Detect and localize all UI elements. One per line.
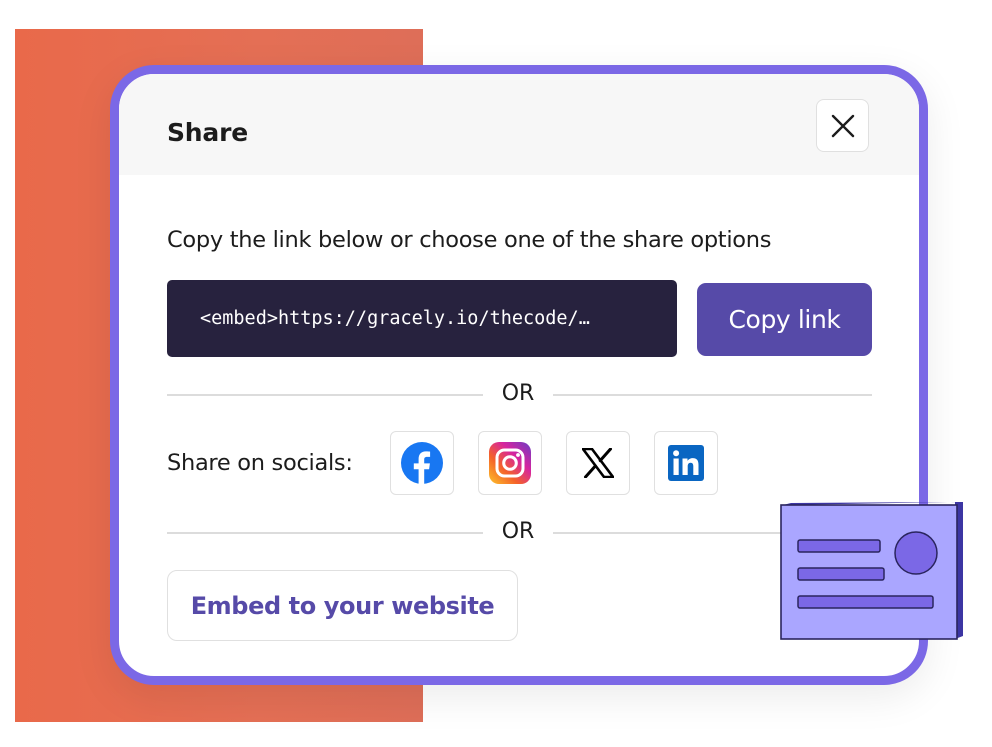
x-icon (582, 448, 614, 478)
facebook-icon (401, 442, 443, 484)
share-instruction: Copy the link below or choose one of the… (167, 227, 772, 253)
embed-link-text: <embed>https://gracely.io/thecode/… (200, 308, 590, 329)
or-divider: OR (167, 379, 872, 409)
divider-line (167, 532, 483, 534)
instagram-icon (489, 442, 531, 484)
copy-link-button[interactable]: Copy link (697, 283, 872, 356)
linkedin-icon (668, 445, 704, 481)
embed-link-field[interactable]: <embed>https://gracely.io/thecode/… (167, 280, 677, 357)
embed-website-button[interactable]: Embed to your website (167, 570, 518, 641)
close-icon (831, 114, 854, 137)
share-facebook-button[interactable] (390, 431, 454, 495)
close-button[interactable] (816, 99, 869, 152)
or-label: OR (501, 519, 535, 544)
dialog-title: Share (167, 118, 248, 147)
divider-line (167, 394, 483, 396)
share-instagram-button[interactable] (478, 431, 542, 495)
profile-card-illustration (780, 502, 963, 640)
share-x-button[interactable] (566, 431, 630, 495)
or-label: OR (501, 381, 535, 406)
share-linkedin-button[interactable] (654, 431, 718, 495)
dialog-header: Share (119, 74, 919, 175)
share-on-socials-label: Share on socials: (167, 450, 353, 476)
divider-line (553, 394, 872, 396)
or-divider: OR (167, 517, 872, 547)
